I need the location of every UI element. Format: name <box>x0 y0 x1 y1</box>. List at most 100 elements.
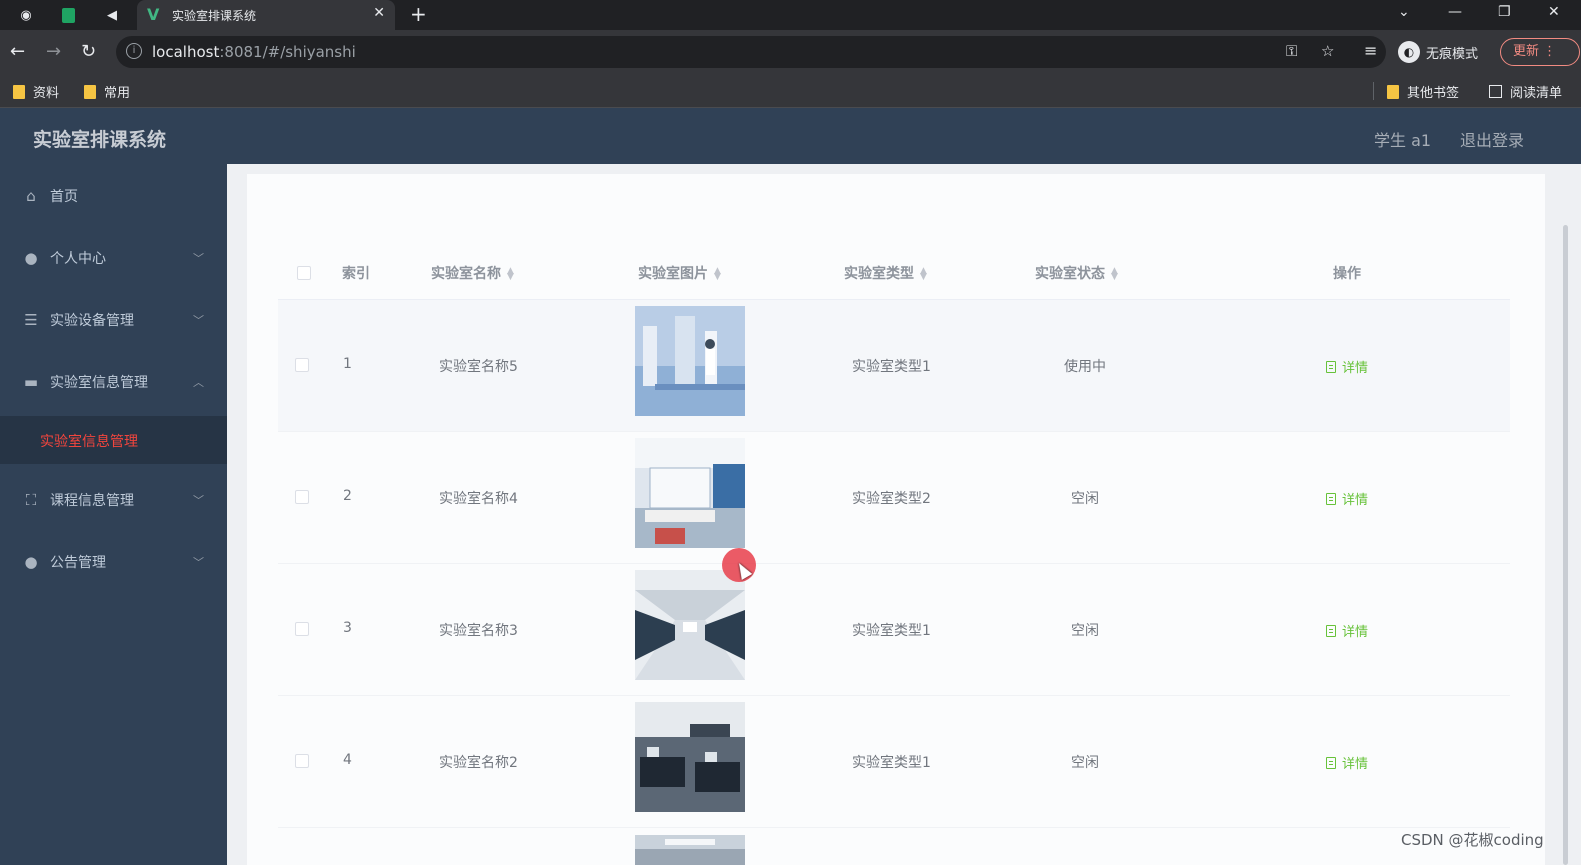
user-icon: ● <box>24 249 38 267</box>
sidebar-item-equipment[interactable]: ☰ 实验设备管理 ﹀ <box>0 292 227 348</box>
detail-button[interactable]: 详情 <box>1326 621 1368 640</box>
cell-index: 2 <box>343 488 352 504</box>
site-info-icon[interactable]: i <box>126 43 142 59</box>
audio-tab-icon[interactable]: ◀ <box>102 5 122 25</box>
chevron-up-icon: ︿ <box>193 376 204 389</box>
current-user: 学生 a1 <box>1374 131 1432 150</box>
folder-icon <box>1387 84 1399 99</box>
detail-button[interactable]: 详情 <box>1326 357 1368 376</box>
table-row[interactable]: 1 实验室名称5 实验室类型1 使用中 详情 <box>278 300 1510 432</box>
incognito-label: 无痕模式 <box>1426 46 1479 62</box>
incognito-indicator[interactable]: ◐ 无痕模式 <box>1398 40 1478 64</box>
tab-close-icon[interactable]: ✕ <box>373 5 385 21</box>
row-checkbox[interactable] <box>295 358 309 372</box>
col-type[interactable]: 实验室类型 ▲ ▼ <box>844 263 927 283</box>
sort-icon: ▲ ▼ <box>507 266 514 282</box>
cell-name: 实验室名称2 <box>439 755 518 771</box>
tab-search-icon[interactable]: ⌄ <box>1398 4 1410 20</box>
update-button[interactable]: 更新 ⋮ <box>1500 38 1580 66</box>
row-checkbox[interactable] <box>295 754 309 768</box>
sort-icon: ▲ ▼ <box>714 266 721 282</box>
page-scrollbar[interactable] <box>1563 225 1568 865</box>
app-title: 实验室排课系统 <box>33 129 167 151</box>
address-toolbar: ← → ↻ i localhost:8081/#/shiyanshi ⚿ ☆ ≡ <box>0 30 1581 74</box>
chevron-down-icon: ﹀ <box>193 314 204 327</box>
table-row[interactable]: 4 实验室名称2 实验室类型1 空闲 详情 <box>278 696 1510 828</box>
restore-icon[interactable]: ❐ <box>1498 4 1511 20</box>
chevron-down-icon: ﹀ <box>193 252 204 265</box>
cell-index: 1 <box>343 356 352 372</box>
url-text: localhost:8081/#/shiyanshi <box>152 43 356 61</box>
fullscreen-icon: ⛶ <box>25 491 37 509</box>
logout-link[interactable]: 退出登录 <box>1460 127 1524 151</box>
bookmark-folder[interactable]: 常用 <box>84 82 130 101</box>
browser-tab-strip: ◉ ◀ V 实验室排课系统 ✕ + ⌄ — ❐ ✕ <box>0 0 1581 30</box>
col-action: 操作 <box>1333 266 1361 282</box>
sidebar-item-lab-info[interactable]: ▬ 实验室信息管理 ︿ <box>0 354 227 410</box>
password-key-icon[interactable]: ⚿ <box>1286 42 1297 60</box>
back-icon[interactable]: ← <box>10 41 25 62</box>
new-tab-icon[interactable]: + <box>410 2 427 26</box>
col-name[interactable]: 实验室名称 ▲ ▼ <box>431 263 514 283</box>
col-image[interactable]: 实验室图片 ▲ ▼ <box>638 263 721 283</box>
lab-image[interactable] <box>635 438 745 548</box>
app-header: 实验室排课系统 学生 a1 退出登录 <box>0 108 1581 164</box>
cell-status: 空闲 <box>1071 755 1099 771</box>
vue-favicon-icon: V <box>147 5 160 24</box>
sidebar-item-announcements[interactable]: ● 公告管理 ﹀ <box>0 534 227 590</box>
col-status[interactable]: 实验室状态 ▲ ▼ <box>1035 263 1118 283</box>
sidebar-subitem-lab-info[interactable]: 实验室信息管理 <box>0 416 227 464</box>
sidebar: ⌂ 首页 ● 个人中心 ﹀ ☰ 实验设备管理 ﹀ ▬ 实验室信息管理 ︿ 实验室… <box>0 164 227 865</box>
reading-list-icon <box>1489 85 1502 98</box>
chevron-down-icon: ﹀ <box>193 556 204 569</box>
folder-icon <box>13 84 25 99</box>
col-index: 索引 <box>342 266 370 282</box>
browser-logo-icon[interactable]: ◉ <box>16 5 36 25</box>
watermark: CSDN @花椒coding <box>1401 831 1544 849</box>
lab-image[interactable] <box>635 702 745 812</box>
sidebar-item-home[interactable]: ⌂ 首页 <box>0 168 227 224</box>
cell-index: 4 <box>343 752 352 768</box>
lab-image[interactable] <box>635 306 745 416</box>
bookmarks-bar: 资料 常用 其他书签 阅读清单 <box>0 74 1581 108</box>
detail-button[interactable]: 详情 <box>1326 753 1368 772</box>
bookmark-star-icon[interactable]: ☆ <box>1321 42 1334 60</box>
document-icon <box>1326 360 1336 373</box>
document-icon <box>1326 492 1336 505</box>
cell-type: 实验室类型1 <box>852 359 931 375</box>
lab-image[interactable] <box>635 570 745 680</box>
user-icon: ● <box>24 553 38 571</box>
incognito-icon: ◐ <box>1398 41 1420 63</box>
home-icon: ⌂ <box>26 187 36 205</box>
select-all-checkbox[interactable] <box>297 266 311 280</box>
sidebar-item-courses[interactable]: ⛶ 课程信息管理 ﹀ <box>0 472 227 528</box>
active-tab[interactable]: V 实验室排课系统 ✕ <box>137 0 395 30</box>
url-field[interactable]: i localhost:8081/#/shiyanshi ⚿ ☆ <box>116 36 1386 68</box>
bookmark-folder[interactable]: 资料 <box>13 82 59 101</box>
folder-icon <box>84 84 96 99</box>
cell-type: 实验室类型1 <box>852 755 931 771</box>
table-header: 索引 实验室名称 ▲ ▼ 实验室图片 ▲ ▼ 实验室类型 ▲ ▼ 实验室状态 ▲ ▼ 操作 <box>278 246 1510 300</box>
row-checkbox[interactable] <box>295 490 309 504</box>
row-checkbox[interactable] <box>295 622 309 636</box>
table-row[interactable]: 3 实验室名称3 实验室类型1 空闲 详情 <box>278 564 1510 696</box>
forward-icon[interactable]: → <box>46 41 61 62</box>
sort-icon: ▲ ▼ <box>920 266 927 282</box>
sheets-tab-icon[interactable] <box>58 5 78 25</box>
reload-icon[interactable]: ↻ <box>81 41 96 62</box>
reading-list[interactable]: 阅读清单 <box>1489 82 1562 101</box>
cell-name: 实验室名称3 <box>439 623 518 639</box>
cell-type: 实验室类型2 <box>852 491 931 507</box>
cell-index: 3 <box>343 620 352 636</box>
reading-list-icon[interactable]: ≡ <box>1364 41 1377 60</box>
other-bookmarks[interactable]: 其他书签 <box>1387 82 1459 101</box>
minimize-icon[interactable]: — <box>1448 4 1462 20</box>
window-close-icon[interactable]: ✕ <box>1548 4 1560 20</box>
sliders-icon: ☰ <box>24 311 38 329</box>
cell-status: 空闲 <box>1071 623 1099 639</box>
detail-button[interactable]: 详情 <box>1326 489 1368 508</box>
sidebar-item-personal-center[interactable]: ● 个人中心 ﹀ <box>0 230 227 286</box>
lab-image[interactable] <box>635 835 745 865</box>
tab-title: 实验室排课系统 <box>172 9 257 23</box>
table-row[interactable]: 2 实验室名称4 实验室类型2 空闲 详情 <box>278 432 1510 564</box>
